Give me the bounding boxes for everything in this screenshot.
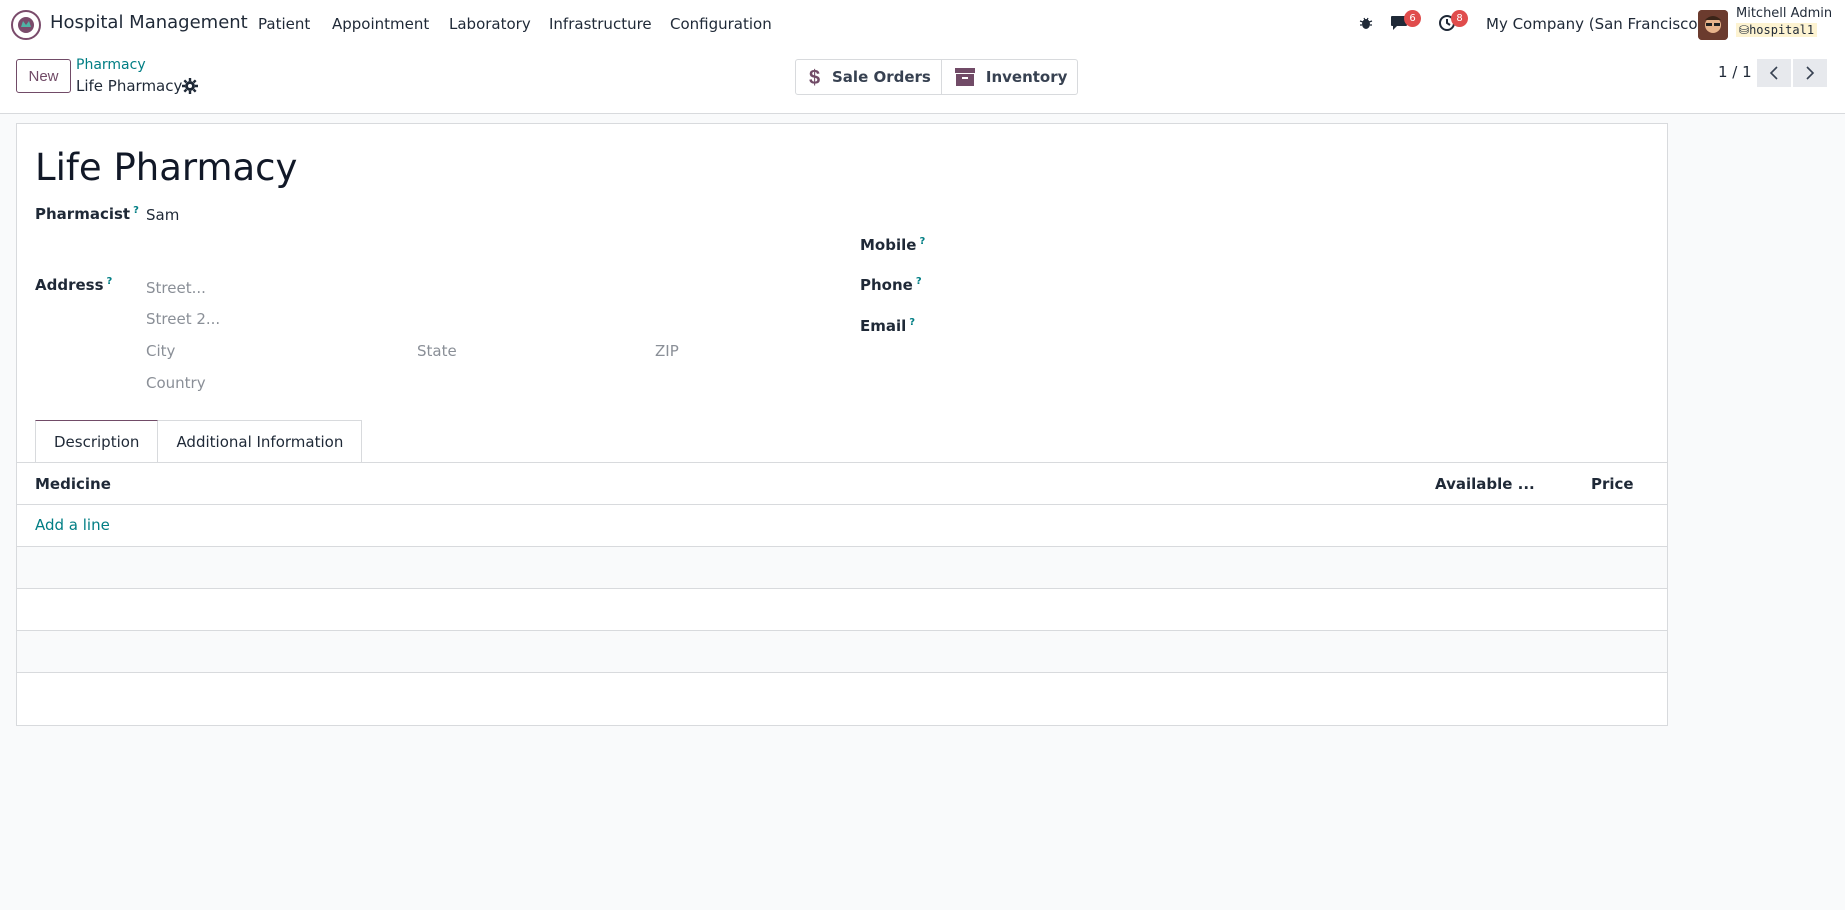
sale-orders-label: Sale Orders	[832, 68, 931, 86]
app-name[interactable]: Hospital Management	[50, 12, 248, 33]
add-line-link[interactable]: Add a line	[35, 516, 110, 534]
help-icon[interactable]: ?	[133, 205, 139, 216]
email-label: Email?	[860, 317, 916, 335]
new-button[interactable]: New	[16, 59, 71, 93]
smart-buttons: $ Sale Orders Inventory	[795, 59, 1079, 95]
top-navbar: Hospital Management Patient Appointment …	[0, 0, 1845, 48]
table-header: Medicine Available ... Price	[17, 463, 1667, 505]
inventory-label: Inventory	[985, 68, 1068, 86]
column-price[interactable]: Price	[1591, 475, 1634, 493]
database-icon: ⛁	[1739, 23, 1750, 37]
notebook-tabs: Description Additional Information	[35, 420, 363, 463]
debug-bug-icon[interactable]	[1356, 13, 1376, 33]
database-name: ⛁hospital1	[1736, 23, 1818, 37]
menu-laboratory[interactable]: Laboratory	[449, 15, 531, 33]
help-icon[interactable]: ?	[107, 276, 113, 287]
mobile-label: Mobile?	[860, 236, 926, 254]
menu-appointment[interactable]: Appointment	[332, 15, 429, 33]
tab-additional-information[interactable]: Additional Information	[158, 420, 363, 463]
user-avatar[interactable]	[1698, 10, 1728, 40]
table-row	[17, 631, 1667, 673]
help-icon[interactable]: ?	[919, 236, 925, 247]
menu-configuration[interactable]: Configuration	[670, 15, 772, 33]
breadcrumb-current: Life Pharmacy	[76, 77, 183, 95]
menu-infrastructure[interactable]: Infrastructure	[549, 15, 652, 33]
tab-description[interactable]: Description	[35, 420, 159, 463]
pager-value[interactable]: 1 / 1	[1718, 63, 1752, 81]
help-icon[interactable]: ?	[916, 276, 922, 287]
table-row: Add a line	[17, 505, 1667, 547]
column-available[interactable]: Available ...	[1435, 475, 1535, 493]
pager-next-button[interactable]	[1793, 59, 1827, 87]
table-row	[17, 589, 1667, 631]
country-input[interactable]: Country	[146, 374, 206, 392]
user-name[interactable]: Mitchell Admin	[1736, 6, 1832, 21]
chat-badge: 6	[1404, 10, 1421, 27]
pager-previous-button[interactable]	[1757, 59, 1791, 87]
zip-input[interactable]: ZIP	[655, 342, 679, 360]
gear-icon[interactable]	[182, 78, 198, 94]
address-label: Address?	[35, 276, 113, 294]
inventory-button[interactable]: Inventory	[940, 60, 1078, 94]
table-row	[17, 547, 1667, 589]
pharmacist-field[interactable]: Sam	[146, 206, 179, 224]
help-icon[interactable]: ?	[909, 317, 915, 328]
state-input[interactable]: State	[417, 342, 457, 360]
pharmacist-label: Pharmacist?	[35, 205, 139, 223]
svg-text:$: $	[809, 67, 820, 88]
menu-patient[interactable]: Patient	[258, 15, 310, 33]
database-label: hospital1	[1749, 23, 1815, 37]
street2-input[interactable]: Street 2...	[146, 310, 220, 328]
breadcrumb-parent[interactable]: Pharmacy	[76, 57, 146, 73]
street-input[interactable]: Street...	[146, 279, 206, 297]
form-sheet: Life Pharmacy Pharmacist? Sam Address? S…	[16, 123, 1668, 726]
city-input[interactable]: City	[146, 342, 175, 360]
company-switcher[interactable]: My Company (San Francisco)	[1486, 15, 1703, 33]
sale-orders-button[interactable]: $ Sale Orders	[796, 60, 941, 94]
app-menu-icon[interactable]	[11, 10, 41, 40]
activity-badge: 8	[1451, 10, 1468, 27]
archive-box-icon	[954, 67, 976, 87]
control-panel: New Pharmacy Life Pharmacy $ Sale Orders…	[0, 48, 1845, 114]
dollar-icon: $	[808, 66, 822, 88]
column-medicine[interactable]: Medicine	[35, 475, 111, 493]
record-title[interactable]: Life Pharmacy	[35, 146, 297, 189]
phone-label: Phone?	[860, 276, 922, 294]
